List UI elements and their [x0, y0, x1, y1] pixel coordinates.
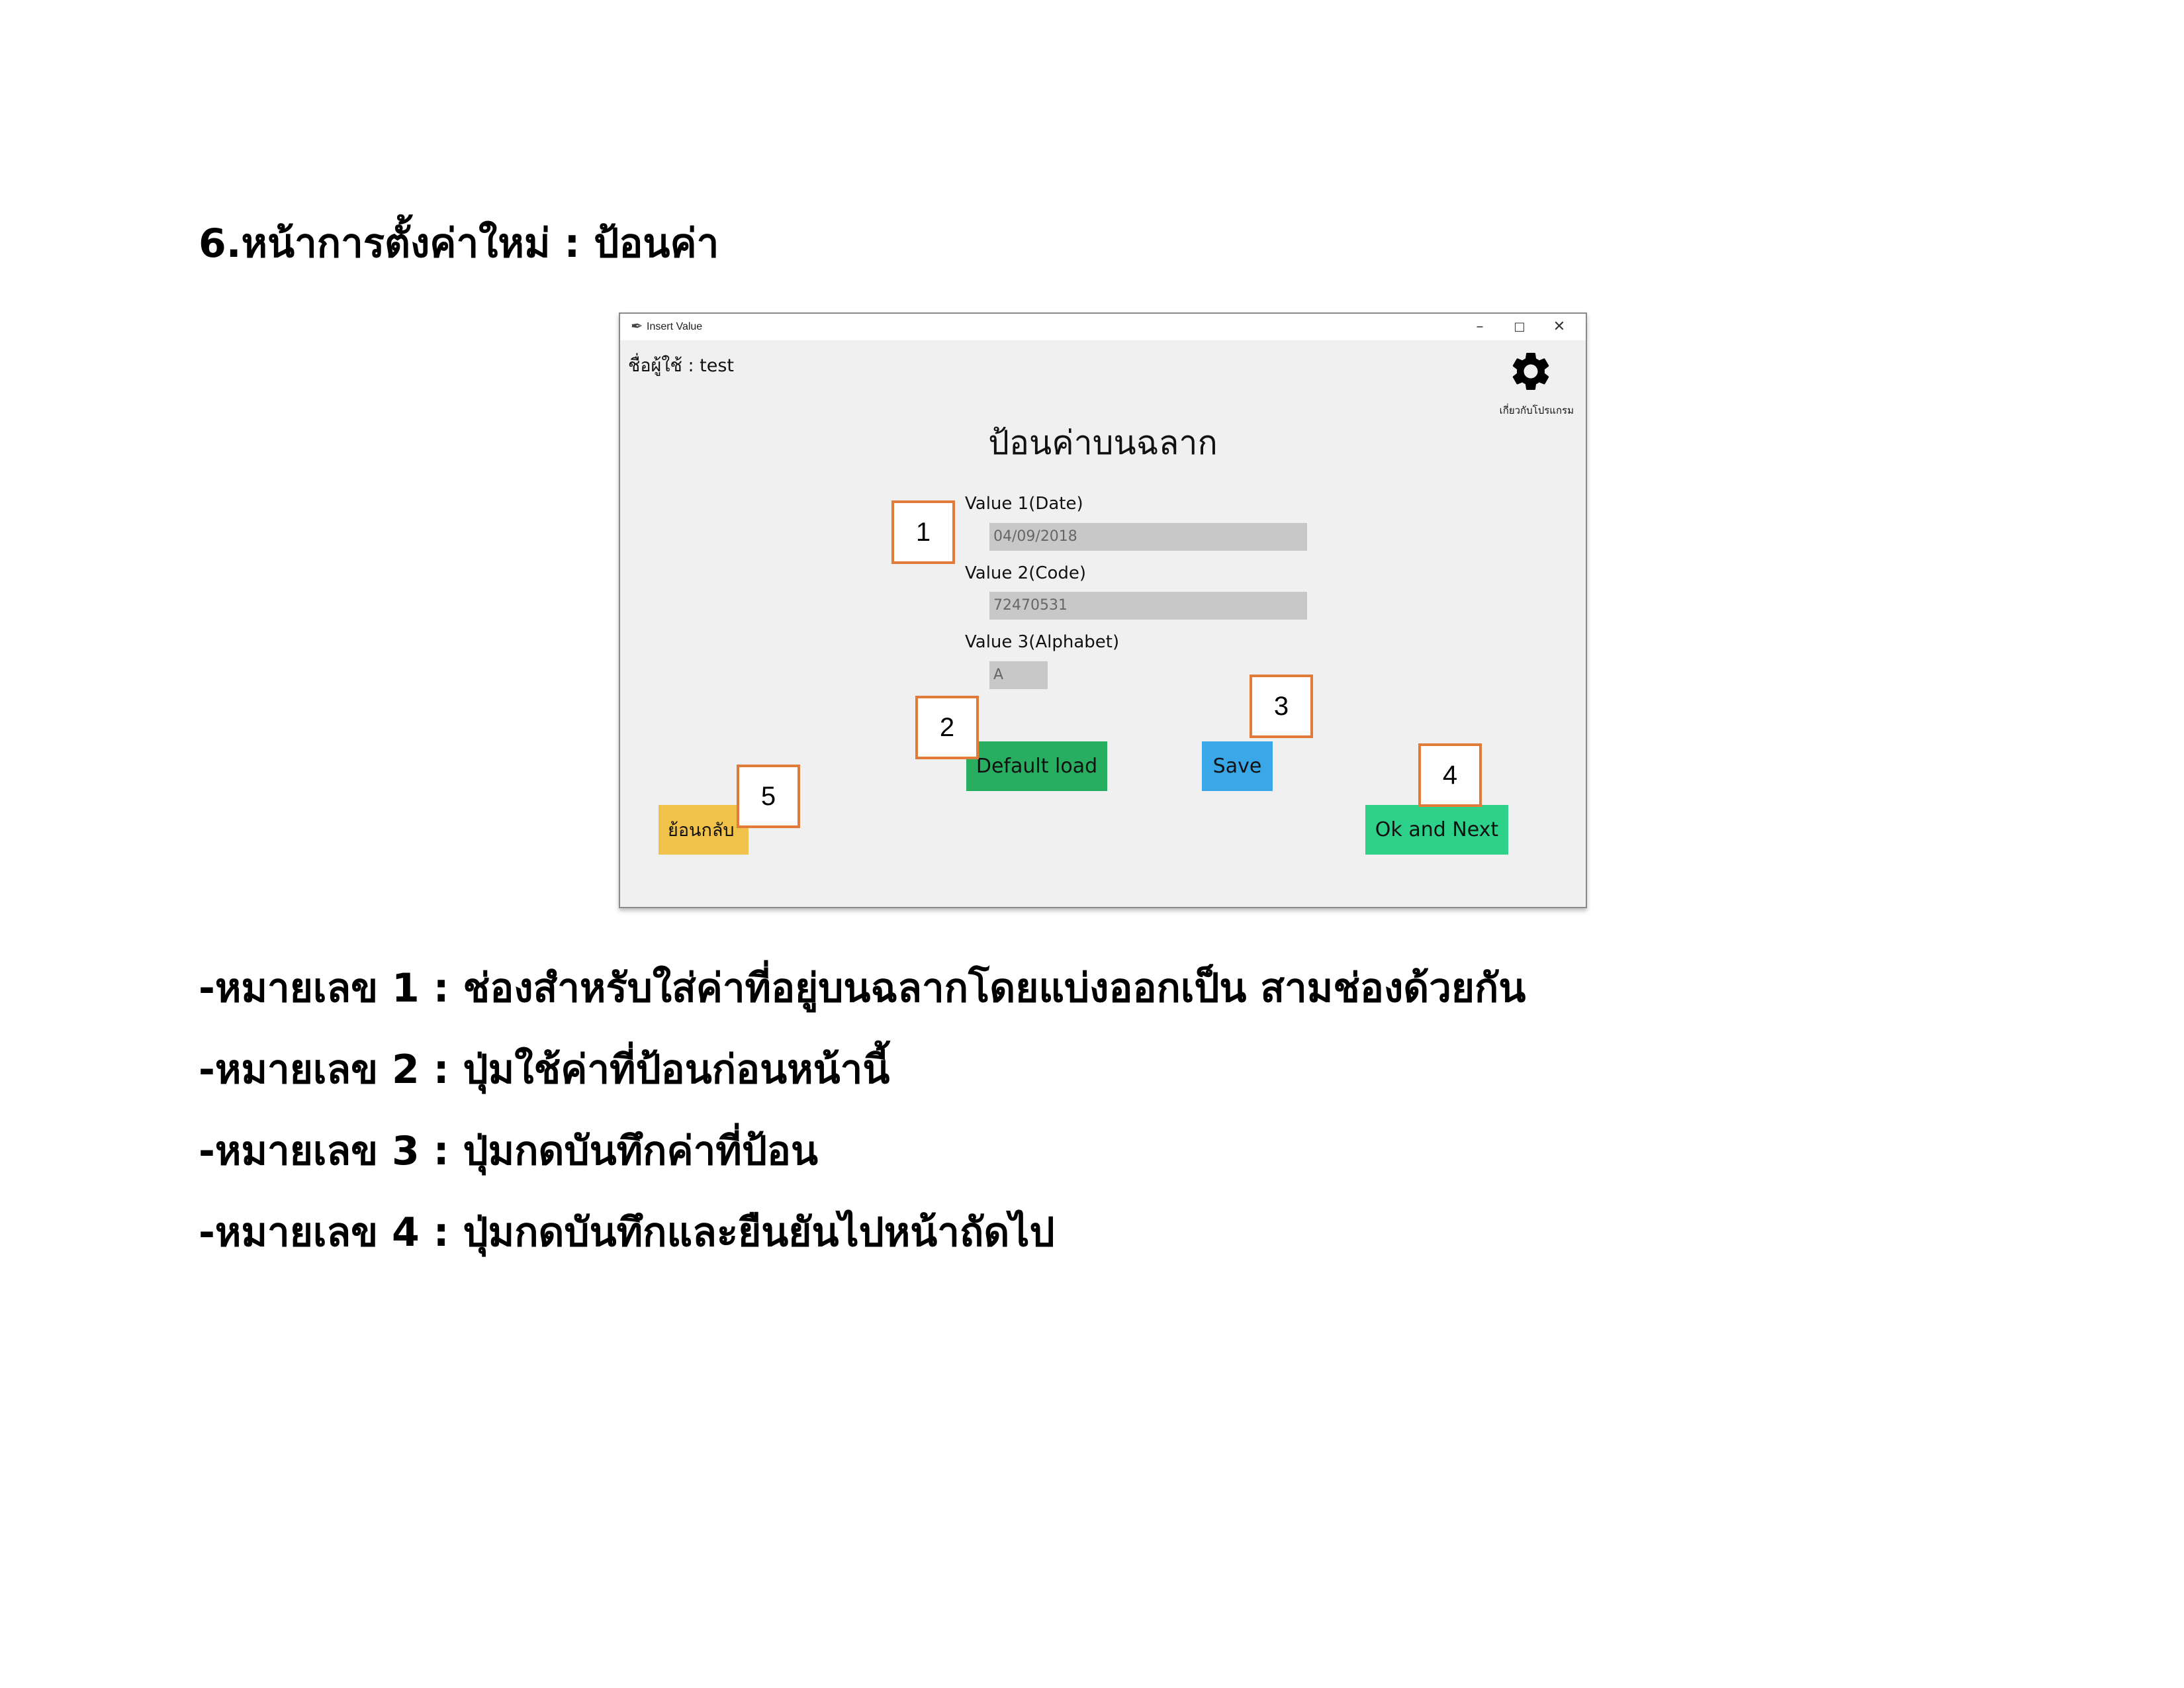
maximize-icon[interactable]: □ — [1500, 316, 1539, 338]
callout-2: 2 — [915, 696, 979, 759]
value3-alphabet-input[interactable]: A — [989, 661, 1048, 689]
value1-label: Value 1(Date) — [965, 494, 1083, 514]
default-load-button[interactable]: Default load — [966, 741, 1107, 791]
back-button[interactable]: ย้อนกลับ — [659, 805, 749, 855]
value1-date-input[interactable]: 04/09/2018 — [989, 523, 1307, 551]
value2-label: Value 2(Code) — [965, 563, 1087, 583]
gear-icon[interactable] — [1508, 348, 1554, 395]
feather-icon: ✒ — [631, 318, 643, 334]
value2-code-input[interactable]: 72470531 — [989, 592, 1307, 620]
description-1: -หมายเลข 1 : ช่องสำหรับใส่ค่าที่อยู่บนฉล… — [199, 965, 1526, 1011]
value3-label: Value 3(Alphabet) — [965, 632, 1120, 652]
close-icon[interactable]: ✕ — [1539, 316, 1579, 338]
callout-5: 5 — [737, 765, 800, 828]
callout-1: 1 — [891, 500, 955, 564]
form-title: ป้อนค่าบนฉลาก — [988, 424, 1218, 462]
ok-and-next-button[interactable]: Ok and Next — [1365, 805, 1508, 855]
window-titlebar: ✒ Insert Value – □ ✕ — [620, 314, 1586, 340]
insert-value-window: ✒ Insert Value – □ ✕ ชื่อผู้ใช้ : test เ… — [619, 312, 1587, 908]
section-heading: 6.หน้าการตั้งค่าใหม่ : ป้อนค่า — [199, 220, 719, 267]
callout-4: 4 — [1418, 743, 1482, 807]
about-program-label[interactable]: เกี่ยวกับโปรแกรม — [1500, 402, 1574, 418]
description-3: -หมายเลข 3 : ปุ่มกดบันทึกค่าที่ป้อน — [199, 1128, 818, 1174]
username-label: ชื่อผู้ใช้ : test — [628, 355, 734, 376]
minimize-icon[interactable]: – — [1460, 316, 1500, 338]
description-4: -หมายเลข 4 : ปุ่มกดบันทึกและยืนยันไปหน้า… — [199, 1209, 1055, 1256]
description-2: -หมายเลข 2 : ปุ่มใช้ค่าที่ป้อนก่อนหน้านี… — [199, 1047, 890, 1093]
window-title: Insert Value — [647, 321, 703, 332]
callout-3: 3 — [1250, 675, 1313, 738]
save-button[interactable]: Save — [1202, 741, 1273, 791]
